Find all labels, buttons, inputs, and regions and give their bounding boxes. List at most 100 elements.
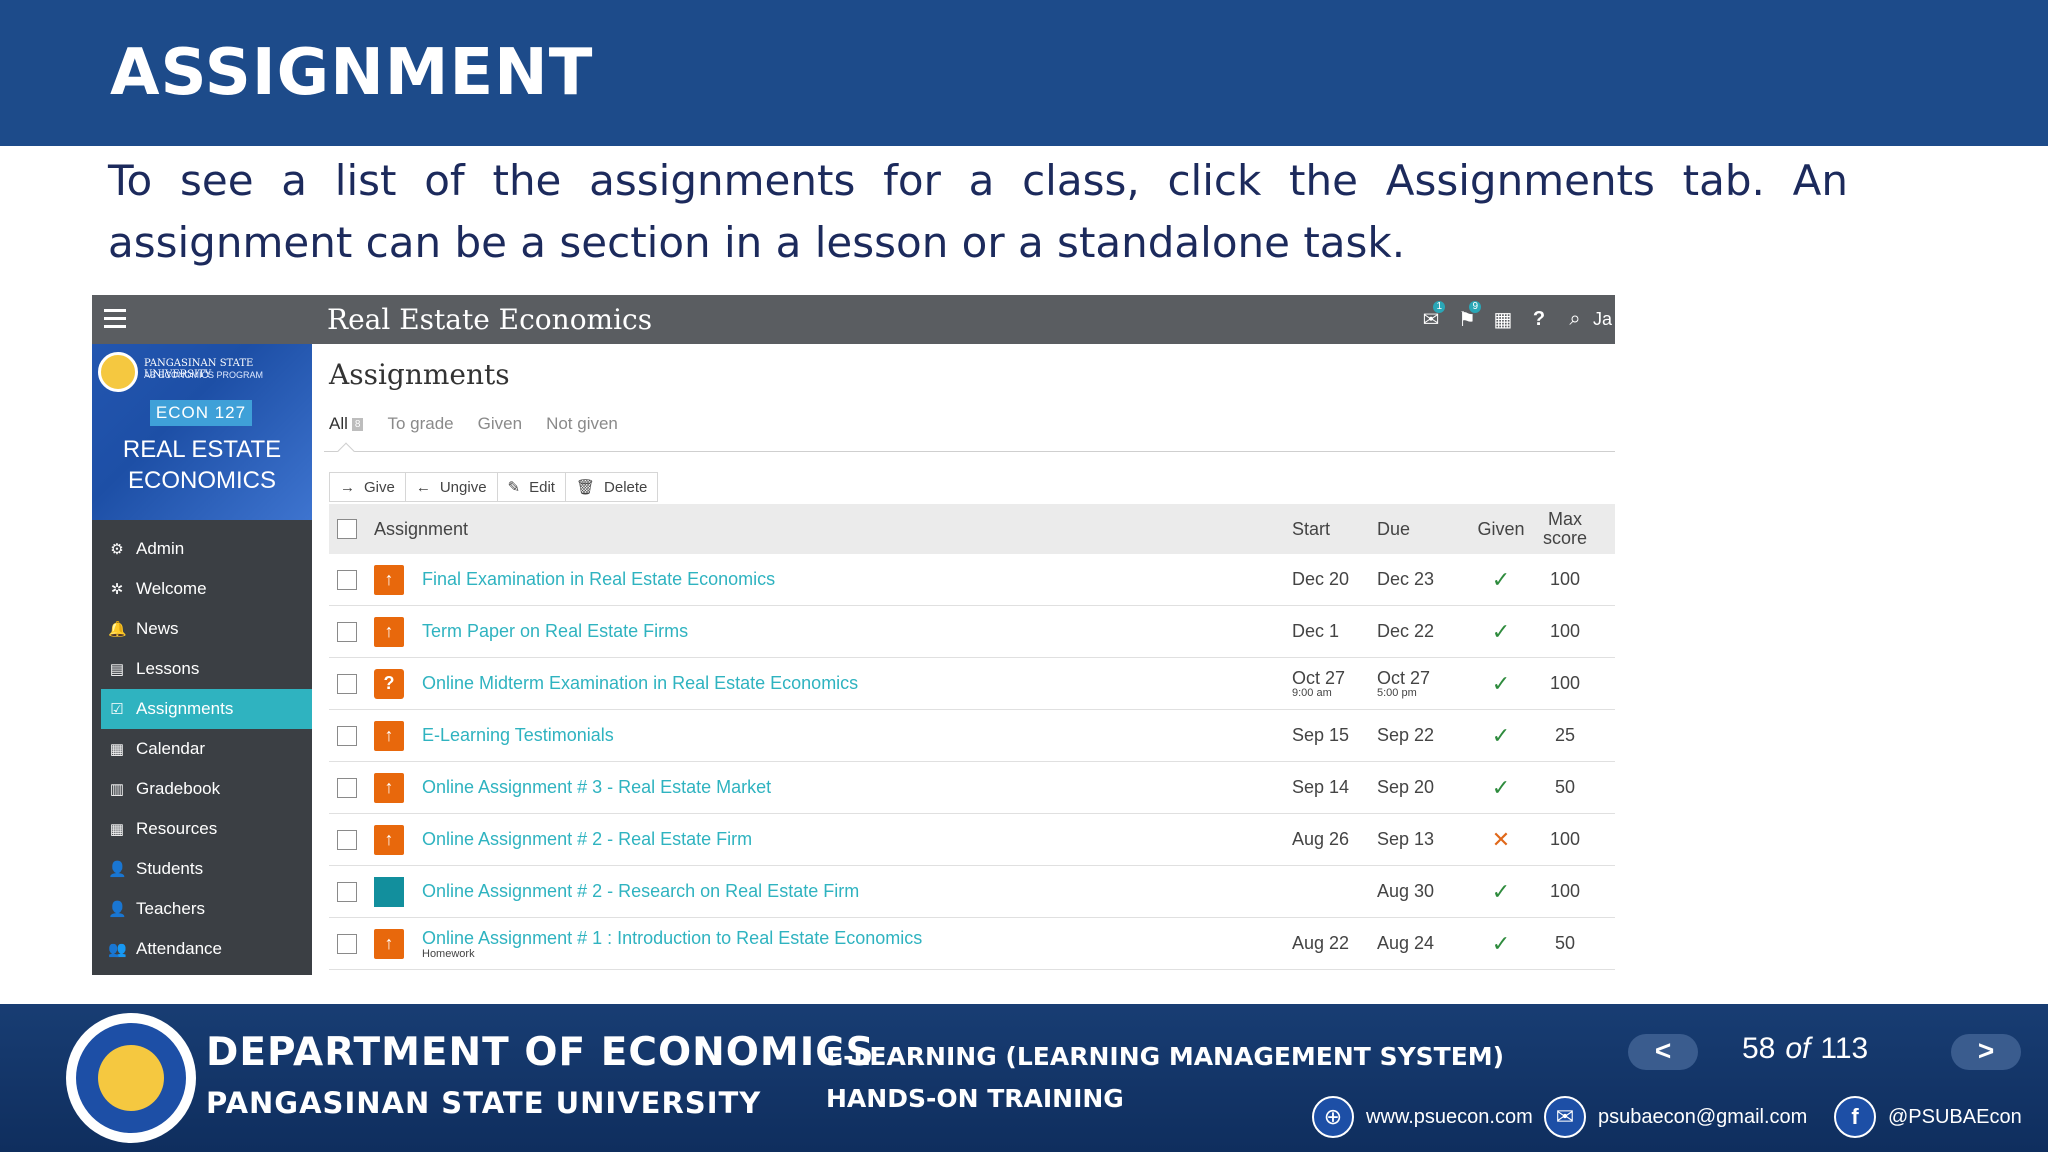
table-row[interactable]: ↑ Online Assignment # 2 - Real Estate Fir… (329, 814, 1615, 866)
assignment-link[interactable]: Online Assignment # 2 - Real Estate Firm (422, 829, 1292, 850)
due-date: Sep 20 (1377, 777, 1435, 797)
sidebar-item-gradebook[interactable]: ▥ Gradebook (92, 769, 312, 809)
teacher-icon: 👤 (108, 901, 127, 918)
next-slide-button[interactable]: > (1951, 1034, 2021, 1070)
assignment-link[interactable]: Final Examination in Real Estate Economi… (422, 569, 1292, 590)
sidebar-item-students[interactable]: 👤 Students (92, 849, 312, 889)
checkbox-icon: ☑ (110, 701, 124, 718)
table-row[interactable]: ↑ Online Assignment # 3 - Real Estate Mar… (329, 762, 1615, 814)
search-icon[interactable]: ⌕ (1557, 295, 1593, 344)
edit-button[interactable]: ✎ Edit (498, 473, 566, 501)
table-row[interactable]: ↑ Term Paper on Real Estate Firms Dec 1 Dec… (329, 606, 1615, 658)
assignment-link[interactable]: Online Assignment # 3 - Real Estate Mark… (422, 777, 1292, 798)
previous-slide-button[interactable]: < (1628, 1034, 1698, 1070)
sidebar-item-news[interactable]: 🔔 News (92, 609, 312, 649)
row-checkbox[interactable] (337, 777, 357, 798)
folder-upload-icon: ↑ (374, 928, 404, 959)
table-row[interactable]: ↑ E-Learning Testimonials Sep 15 Sep 22 ✓ 25 (329, 710, 1615, 762)
sidebar-nav: ⚙ Admin ✲ Welcome 🔔 News ▤ Lessons ☑ Assignme… (92, 529, 312, 969)
row-checkbox[interactable] (337, 829, 357, 850)
tab-given[interactable]: Given (478, 414, 522, 434)
main-content: Assignments All 8 To grade Given Not give… (312, 344, 1615, 975)
cross-icon: ✕ (1491, 826, 1511, 852)
row-checkbox[interactable] (337, 673, 357, 694)
user-menu[interactable]: Ja (1593, 309, 1615, 330)
assignment-link[interactable]: Term Paper on Real Estate Firms (422, 621, 1292, 642)
max-score: 100 (1549, 621, 1581, 641)
due-date: Dec 22 (1377, 621, 1435, 641)
table-row[interactable]: ? Online Midterm Examination in Real Esta… (329, 658, 1615, 710)
arrow-right-icon: → (340, 478, 355, 496)
sidebar-item-assignments[interactable]: ☑ Assignments (101, 689, 312, 729)
inbox-icon[interactable]: ✉ 1 (1413, 295, 1449, 344)
column-due[interactable]: Due (1377, 519, 1468, 540)
book-icon (374, 876, 404, 907)
checkmark-icon: ✓ (1491, 618, 1511, 644)
row-checkbox[interactable] (337, 725, 357, 746)
sidebar-item-lessons[interactable]: ▤ Lessons (92, 649, 312, 689)
facebook-link[interactable]: f @PSUBAEcon (1834, 1096, 2022, 1138)
sidebar-item-calendar[interactable]: ▦ Calendar (92, 729, 312, 769)
max-score: 100 (1549, 673, 1581, 693)
max-score: 50 (1554, 777, 1576, 797)
table-row[interactable]: Online Assignment # 2 - Research on Real… (329, 866, 1615, 918)
assignment-link[interactable]: E-Learning Testimonials (422, 725, 1292, 746)
give-button[interactable]: → Give (330, 473, 406, 501)
banner-program: AB ECONOMICS PROGRAM (144, 370, 264, 380)
attendance-icon: 👥 (108, 941, 127, 958)
max-score: 50 (1554, 933, 1576, 953)
calendar-icon: ▦ (109, 741, 125, 758)
filter-tabs: All 8 To grade Given Not given (329, 414, 642, 434)
checkmark-icon: ✓ (1491, 774, 1511, 800)
assignment-link[interactable]: Online Assignment # 2 - Research on Real… (422, 881, 1292, 902)
menu-icon[interactable] (104, 309, 126, 329)
max-score: 100 (1549, 881, 1581, 901)
sidebar-item-teachers[interactable]: 👤 Teachers (92, 889, 312, 929)
start-date: Dec 1 (1292, 621, 1340, 641)
row-checkbox[interactable] (337, 933, 357, 954)
slide-header: ASSIGNMENT (0, 0, 2048, 146)
website-link[interactable]: ⊕ www.psuecon.com (1312, 1096, 1533, 1138)
ungive-button[interactable]: ← Ungive (406, 473, 498, 501)
sidebar-item-admin[interactable]: ⚙ Admin (92, 529, 312, 569)
column-start[interactable]: Start (1292, 519, 1377, 540)
gradebook-icon: ▥ (109, 781, 125, 798)
column-assignment[interactable]: Assignment (374, 519, 1292, 540)
gear-icon: ⚙ (110, 541, 124, 558)
column-given[interactable]: Given (1468, 519, 1534, 540)
folder-upload-icon: ↑ (374, 564, 404, 595)
tab-not-given[interactable]: Not given (546, 414, 618, 434)
table-header: Assignment Start Due Given Max score (329, 504, 1615, 554)
notifications-icon[interactable]: ⚑ 9 (1449, 295, 1485, 344)
checkmark-icon: ✓ (1491, 670, 1511, 696)
sidebar-item-welcome[interactable]: ✲ Welcome (92, 569, 312, 609)
row-checkbox[interactable] (337, 881, 357, 902)
due-date: Sep 13 (1377, 829, 1435, 849)
tab-to-grade[interactable]: To grade (387, 414, 453, 434)
sidebar-item-resources[interactable]: ▦ Resources (92, 809, 312, 849)
slide-footer: DEPARTMENT OF ECONOMICS PANGASINAN STATE… (0, 1004, 2048, 1152)
lms-screenshot: Real Estate Economics ✉ 1 ⚑ 9 ▦ ? ⌕ Ja PAN… (92, 295, 1615, 975)
start-date: Aug 22 (1292, 933, 1350, 953)
max-score: 100 (1549, 829, 1581, 849)
select-all-checkbox[interactable] (337, 519, 357, 539)
training-title: E-LEARNING (LEARNING MANAGEMENT SYSTEM) (826, 1042, 1505, 1071)
calendar-icon[interactable]: ▦ (1485, 295, 1521, 344)
assignment-link[interactable]: Online Midterm Examination in Real Estat… (422, 673, 1292, 694)
page-title: Assignments (329, 358, 510, 391)
sidebar-item-attendance[interactable]: 👥 Attendance (92, 929, 312, 969)
column-max-score[interactable]: Max score (1534, 510, 1596, 548)
delete-button[interactable]: 🗑 Delete (566, 473, 657, 501)
table-row[interactable]: ↑ Online Assignment # 1 : Introduction to… (329, 918, 1615, 970)
facebook-icon: f (1834, 1096, 1876, 1138)
email-link[interactable]: ✉ psubaecon@gmail.com (1544, 1096, 1807, 1138)
help-icon[interactable]: ? (1521, 295, 1557, 344)
course-name: REAL ESTATE ECONOMICS (122, 436, 282, 494)
table-row[interactable]: ↑ Final Examination in Real Estate Econom… (329, 554, 1615, 606)
row-checkbox[interactable] (337, 621, 357, 642)
start-date: Oct 27 9:00 am (1292, 668, 1346, 699)
tab-all[interactable]: All 8 (329, 414, 364, 434)
slide-description: To see a list of the assignments for a c… (108, 156, 1848, 267)
row-checkbox[interactable] (337, 569, 357, 590)
assignment-link[interactable]: Online Assignment # 1 : Introduction to … (422, 928, 1292, 960)
